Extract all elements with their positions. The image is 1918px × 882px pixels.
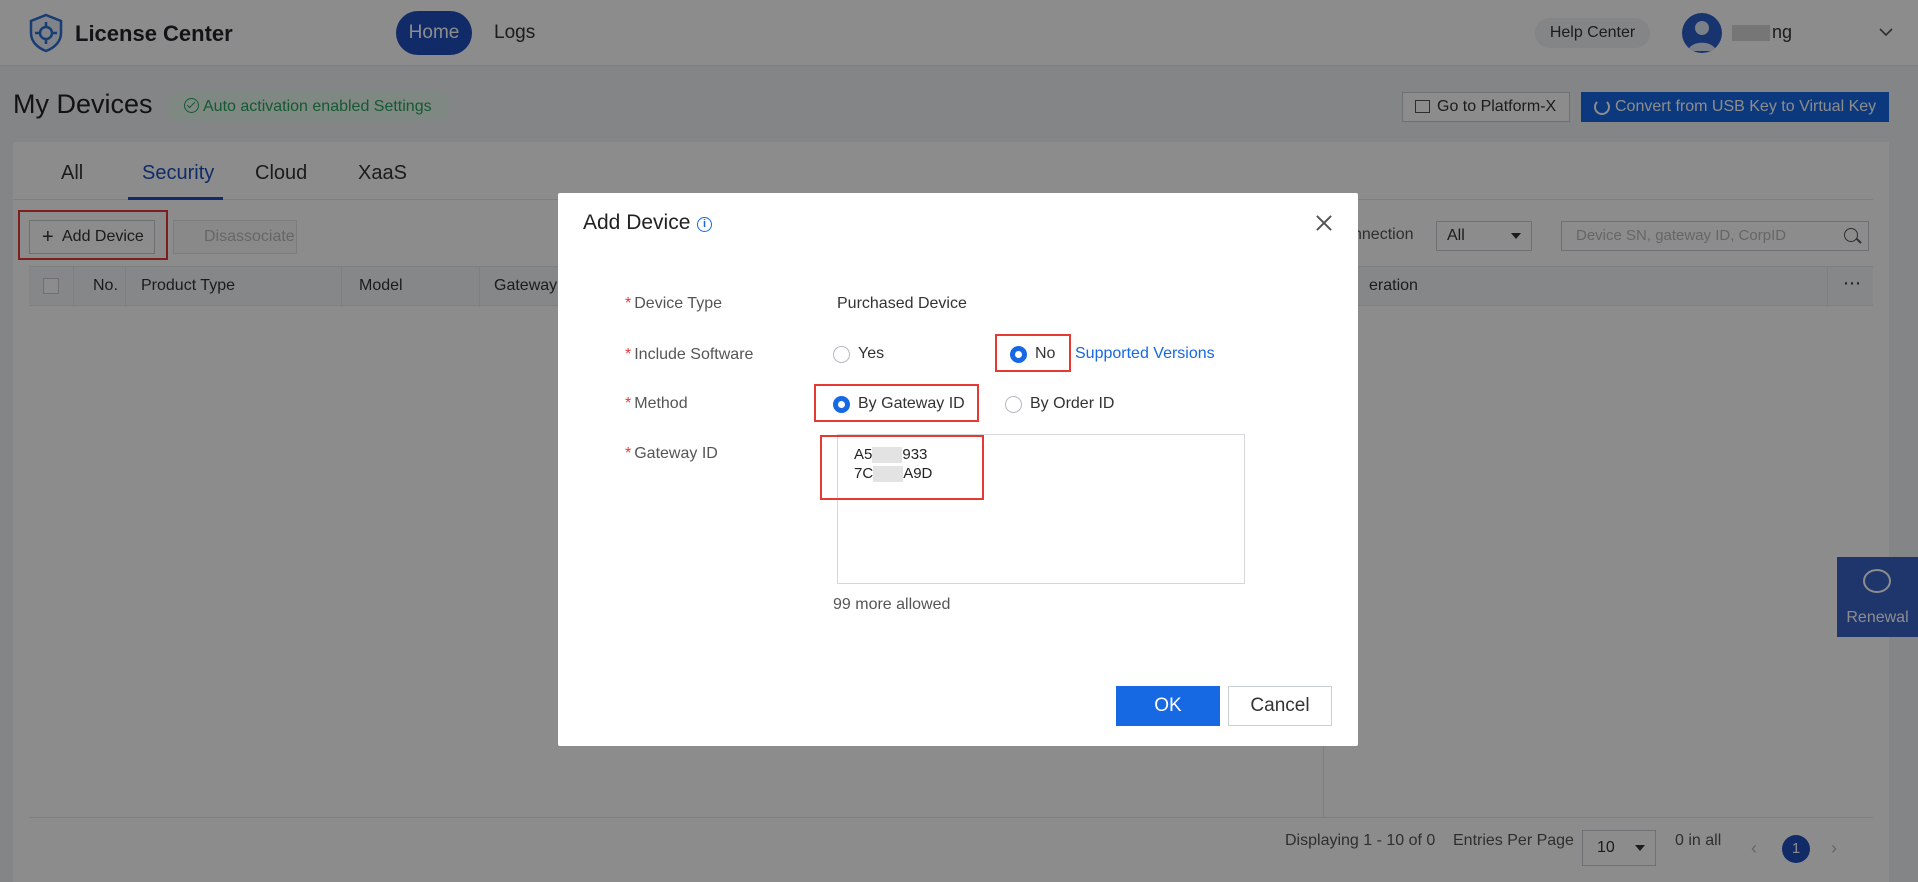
radio-by-order-id[interactable]: By Order ID (1005, 395, 1114, 413)
radio-circle (1005, 396, 1022, 413)
highlight-software-no (995, 334, 1071, 372)
highlight-by-gateway-id (814, 384, 979, 422)
dialog-title: Add Device (583, 211, 691, 234)
cancel-button[interactable]: Cancel (1228, 686, 1332, 726)
info-icon[interactable]: i (697, 217, 712, 232)
label-device-type: * Device Type (625, 295, 722, 312)
close-icon[interactable] (1312, 211, 1336, 235)
label-gateway-id: * Gateway ID (625, 445, 718, 462)
add-device-dialog: Add Device i * Device Type Purchased Devi… (558, 193, 1358, 746)
radio-circle (833, 346, 850, 363)
ok-button[interactable]: OK (1116, 686, 1220, 726)
gateway-id-remaining: 99 more allowed (833, 596, 951, 613)
label-method: * Method (625, 395, 688, 412)
device-type-value: Purchased Device (837, 295, 967, 312)
highlight-gateway-id-values (820, 435, 984, 500)
label-include-software: * Include Software (625, 346, 754, 363)
radio-software-yes[interactable]: Yes (833, 345, 884, 363)
supported-versions-link[interactable]: Supported Versions (1075, 345, 1215, 363)
